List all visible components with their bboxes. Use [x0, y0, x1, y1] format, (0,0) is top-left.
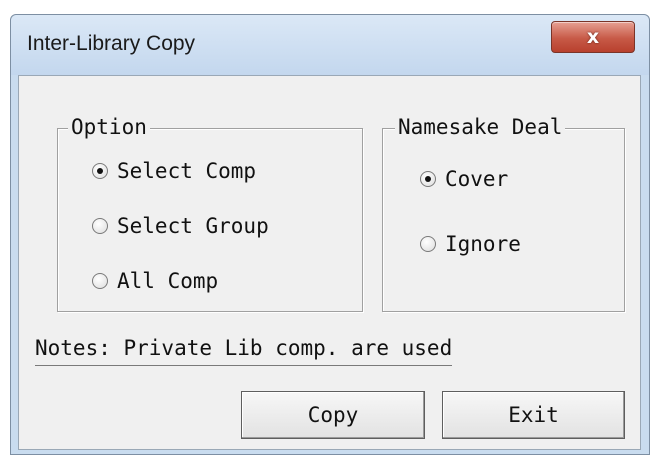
dialog-window: Inter-Library Copy x Option Select Comp … [10, 14, 650, 455]
radio-unchecked-icon [92, 273, 108, 289]
close-button[interactable]: x [551, 21, 635, 53]
close-icon: x [586, 26, 600, 48]
notes-text: Notes: Private Lib comp. are used [35, 336, 453, 366]
radio-label: Select Comp [117, 159, 257, 183]
radio-unchecked-icon [92, 218, 108, 234]
radio-label: Select Group [117, 214, 269, 238]
radio-label: Ignore [445, 232, 521, 256]
radio-select-group[interactable]: Select Group [92, 214, 269, 238]
radio-ignore[interactable]: Ignore [420, 232, 521, 256]
title-bar[interactable]: Inter-Library Copy x [11, 15, 649, 75]
radio-label: All Comp [117, 269, 219, 293]
option-groupbox: Option Select Comp Select Group All Comp [57, 114, 363, 312]
namesake-group-label: Namesake Deal [395, 114, 566, 140]
exit-button[interactable]: Exit [442, 391, 625, 439]
radio-checked-icon [420, 171, 436, 187]
namesake-groupbox: Namesake Deal Cover Ignore [382, 114, 625, 312]
radio-select-comp[interactable]: Select Comp [92, 159, 256, 183]
radio-label: Cover [445, 167, 509, 191]
dialog-client-area: Option Select Comp Select Group All Comp… [18, 75, 641, 450]
radio-cover[interactable]: Cover [420, 167, 508, 191]
copy-button[interactable]: Copy [241, 391, 425, 439]
window-title: Inter-Library Copy [27, 32, 196, 55]
radio-checked-icon [92, 163, 108, 179]
radio-all-comp[interactable]: All Comp [92, 269, 218, 293]
radio-unchecked-icon [420, 236, 436, 252]
option-group-label: Option [68, 114, 150, 140]
